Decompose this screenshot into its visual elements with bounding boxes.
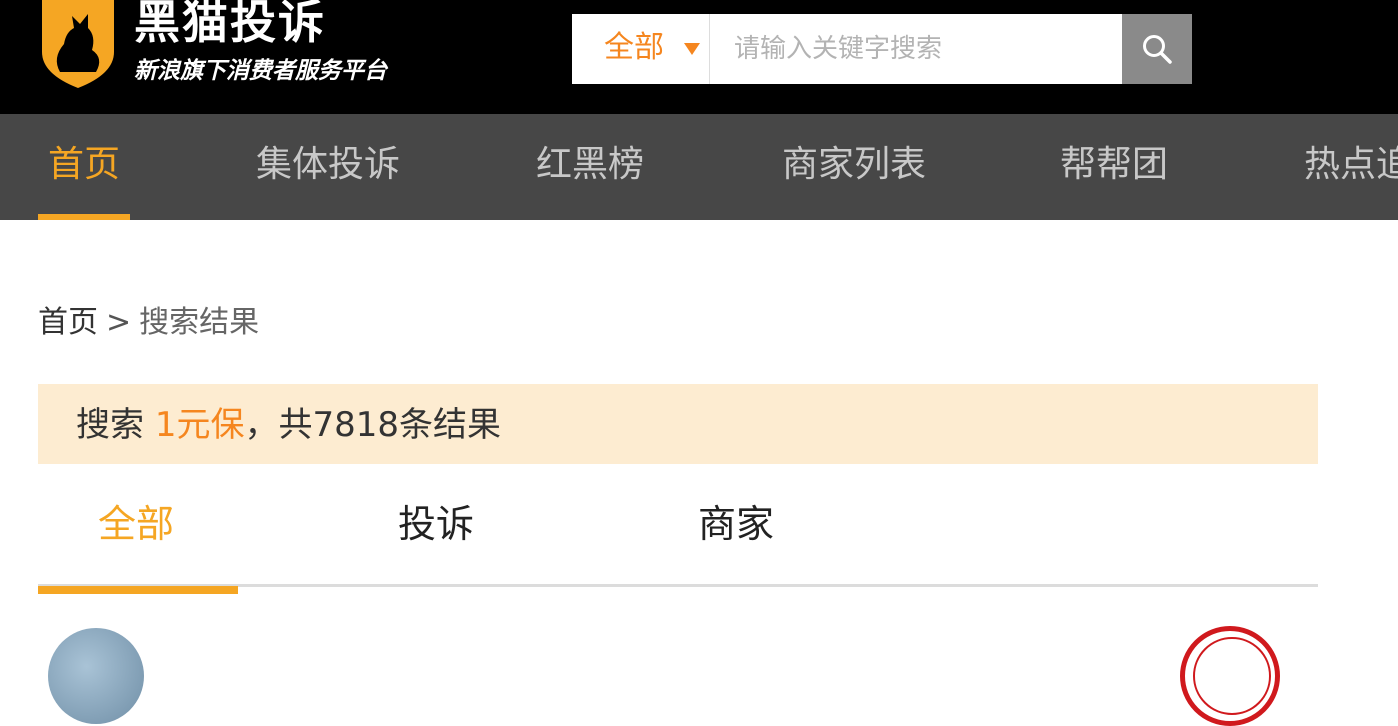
nav-item-home[interactable]: 首页 [48,142,120,188]
search-box: 全部 [572,14,1192,84]
brand-title: 黑猫投诉 [134,0,326,49]
nav-item-help-group[interactable]: 帮帮团 [1060,142,1168,188]
breadcrumb: 首页 > 搜索结果 [38,302,259,344]
black-cat-shield-icon [42,0,114,88]
tab-complaints[interactable]: 投诉 [398,500,474,548]
search-button[interactable] [1122,14,1192,84]
summary-prefix: 搜索 [76,405,155,445]
avatar[interactable] [48,628,144,724]
search-summary-banner: 搜索 1元保，共7818条结果 [38,384,1318,464]
tab-merchants[interactable]: 商家 [698,500,774,548]
nav-active-indicator [38,214,130,220]
nav-item-group-complaints[interactable]: 集体投诉 [256,142,400,188]
tab-active-indicator [38,586,238,594]
brand-slogan: 新浪旗下消费者服务平台 [134,58,387,84]
search-keyword: 1元保 [154,405,245,445]
search-input[interactable] [712,14,1122,84]
logo-link[interactable] [38,0,118,88]
merchant-seal-icon [1180,626,1280,726]
main-nav: 首页 集体投诉 红黑榜 商家列表 帮帮团 热点追 [0,114,1398,220]
search-scope-label: 全部 [604,30,664,65]
search-icon [1143,35,1172,64]
breadcrumb-current: 搜索结果 [139,305,260,340]
search-summary-text: 搜索 1元保，共7818条结果 [76,404,501,446]
breadcrumb-separator: > [106,305,132,340]
breadcrumb-home-link[interactable]: 首页 [38,305,98,340]
caret-down-icon [684,43,700,55]
nav-item-hot-tracking[interactable]: 热点追 [1304,142,1398,188]
site-header: 黑猫投诉 新浪旗下消费者服务平台 全部 [0,0,1398,114]
summary-result-count: ，共7818条结果 [244,405,501,445]
nav-item-merchant-list[interactable]: 商家列表 [782,142,926,188]
tab-all[interactable]: 全部 [98,500,174,548]
search-scope-dropdown[interactable]: 全部 [572,14,710,84]
nav-item-red-black-list[interactable]: 红黑榜 [536,142,644,188]
result-tabs: 全部 投诉 商家 [38,470,1318,594]
